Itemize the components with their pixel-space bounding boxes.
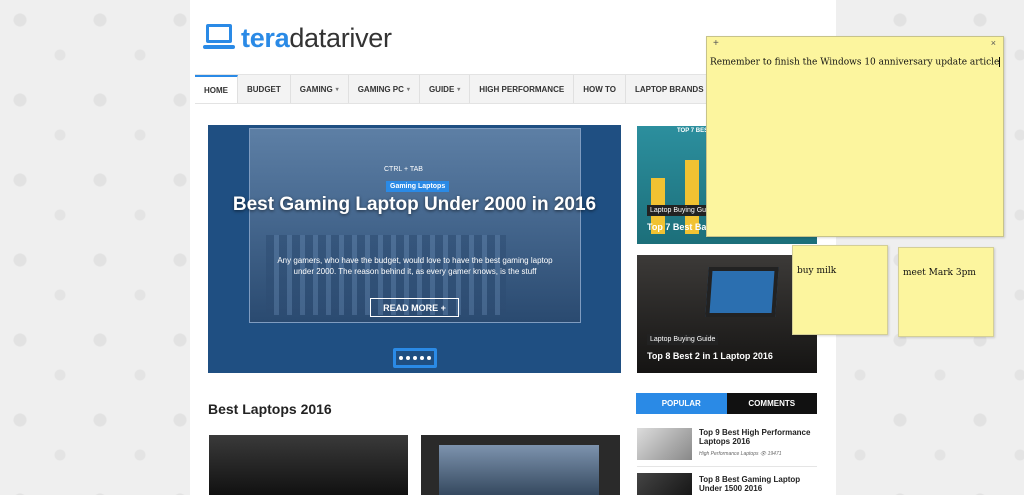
slider-dot[interactable] (399, 356, 403, 360)
popular-item-thumbnail[interactable] (637, 428, 692, 460)
close-icon[interactable]: × (991, 38, 996, 48)
site-logo[interactable]: teradatariver (203, 22, 392, 54)
side-post-title[interactable]: Top 7 Best Ba (647, 222, 706, 232)
chevron-down-icon: ▾ (406, 86, 410, 93)
nav-item-guide[interactable]: GUIDE ▾ (420, 75, 471, 103)
slider-dot[interactable] (420, 356, 424, 360)
laptop-logo-icon (203, 24, 235, 52)
divider (637, 466, 817, 467)
hero-slider[interactable] (208, 125, 621, 373)
slider-dots[interactable] (393, 348, 437, 368)
nav-item-high-performance[interactable]: HIGH PERFORMANCE (470, 75, 575, 103)
slider-dot[interactable] (427, 356, 431, 360)
sticky-note[interactable]: buy milk (792, 245, 888, 335)
nav-item-gaming[interactable]: GAMING ▾ (291, 75, 349, 103)
hero-title[interactable]: Best Gaming Laptop Under 2000 in 2016 (214, 194, 615, 216)
text-cursor (999, 57, 1001, 67)
section-title: Best Laptops 2016 (208, 401, 332, 417)
popular-item[interactable]: Top 9 Best High Performance Laptops 2016… (637, 428, 817, 466)
popular-item-meta: High Performance Laptops 👁 19471 (699, 451, 782, 457)
tab-comments[interactable]: COMMENTS (726, 393, 817, 414)
post-thumbnail-image (439, 445, 599, 495)
tab-popular[interactable]: POPULAR (636, 393, 727, 414)
sticky-note-text[interactable]: buy milk (797, 266, 836, 276)
side-post-title[interactable]: Top 8 Best 2 in 1 Laptop 2016 (647, 351, 773, 361)
chevron-down-icon: ▾ (457, 86, 461, 93)
hero-ctrl-text: CTRL + TAB (384, 166, 423, 173)
eye-icon: 👁 (759, 451, 767, 457)
popular-item-thumbnail[interactable] (637, 473, 692, 495)
slider-dot[interactable] (413, 356, 417, 360)
nav-item-how-to[interactable]: HOW TO (574, 75, 626, 103)
post-thumbnail[interactable] (421, 435, 620, 495)
nav-item-budget[interactable]: BUDGET (238, 75, 291, 103)
hero-excerpt: Any gamers, who have the budget, would l… (277, 256, 553, 276)
nav-item-gaming-pc[interactable]: GAMING PC ▾ (349, 75, 420, 103)
post-thumbnail[interactable] (209, 435, 408, 495)
sticky-note-text[interactable]: meet Mark 3pm (903, 268, 976, 278)
nav-item-home[interactable]: HOME (195, 75, 238, 103)
chevron-down-icon: ▾ (335, 86, 339, 93)
slider-dot[interactable] (406, 356, 410, 360)
sticky-note-text[interactable]: Remember to finish the Windows 10 annive… (710, 57, 1001, 68)
side-post-image (705, 267, 779, 317)
popular-item-title[interactable]: Top 9 Best High Performance Laptops 2016 (699, 428, 817, 446)
popular-item-title[interactable]: Top 8 Best Gaming Laptop Under 1500 2016 (699, 475, 817, 493)
read-more-button[interactable]: READ MORE + (370, 298, 459, 317)
popular-item[interactable]: Top 8 Best Gaming Laptop Under 1500 2016 (637, 473, 817, 495)
side-post-tag[interactable]: Laptop Buying Guide (647, 334, 719, 345)
sticky-note[interactable]: + × Remember to finish the Windows 10 an… (706, 36, 1004, 237)
sticky-note[interactable]: meet Mark 3pm (898, 247, 994, 337)
hero-category-tag[interactable]: Gaming Laptops (386, 181, 450, 192)
logo-text: teradatariver (241, 22, 392, 53)
side-post-card[interactable]: Laptop Buying Guide Top 8 Best 2 in 1 La… (637, 255, 817, 373)
widget-tabs: POPULAR COMMENTS (636, 393, 817, 414)
add-note-icon[interactable]: + (713, 38, 719, 49)
